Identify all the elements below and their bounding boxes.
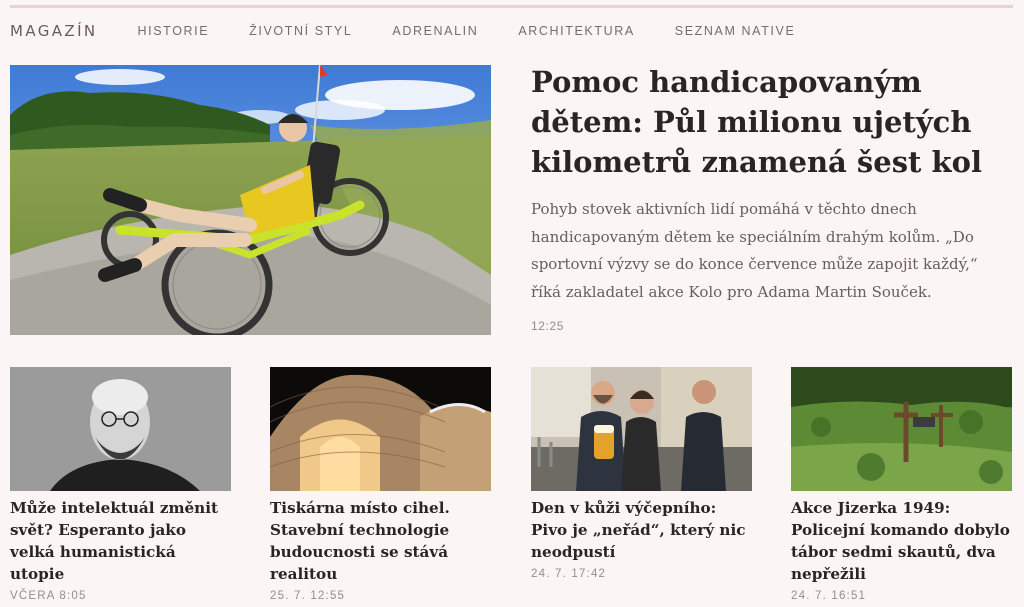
- top-divider: [10, 5, 1013, 8]
- article-title[interactable]: Tiskárna místo cihel. Stavební technolog…: [270, 497, 491, 585]
- article-timestamp: 24. 7. 16:51: [791, 590, 867, 602]
- top-navigation: MAGAZÍN HISTORIE ŽIVOTNÍ STYL ADRENALIN …: [10, 19, 835, 43]
- article-card[interactable]: Tiskárna místo cihel. Stavební technolog…: [270, 367, 491, 602]
- article-title[interactable]: Akce Jizerka 1949: Policejní komando dob…: [791, 497, 1012, 585]
- article-timestamp: 25. 7. 12:55: [270, 590, 346, 602]
- brand-logo[interactable]: MAGAZÍN: [10, 22, 98, 40]
- article-card[interactable]: Den v kůži výčepního: Pivo je „neřád“, k…: [531, 367, 752, 580]
- article-timestamp: 24. 7. 17:42: [531, 568, 607, 580]
- nav-item-architektura[interactable]: ARCHITEKTURA: [518, 24, 634, 38]
- article-card[interactable]: Akce Jizerka 1949: Policejní komando dob…: [791, 367, 1012, 602]
- nav-item-adrenalin[interactable]: ADRENALIN: [392, 24, 478, 38]
- article-thumbnail[interactable]: [791, 367, 1012, 491]
- hero-perex: Pohyb stovek aktivních lidí pomáhá v těc…: [531, 200, 978, 301]
- hero-timestamp: 12:25: [531, 319, 565, 333]
- nav-item-historie[interactable]: HISTORIE: [138, 24, 210, 38]
- article-thumbnail[interactable]: [531, 367, 752, 491]
- article-thumbnail[interactable]: [270, 367, 491, 491]
- article-title[interactable]: Den v kůži výčepního: Pivo je „neřád“, k…: [531, 497, 752, 563]
- nav-item-zivotni-styl[interactable]: ŽIVOTNÍ STYL: [249, 24, 352, 38]
- hero-title[interactable]: Pomoc handicapovaným dětem: Půl milionu …: [531, 62, 1001, 182]
- article-title[interactable]: Může intelektuál změnit svět? Esperanto …: [10, 497, 231, 585]
- article-thumbnail[interactable]: [10, 367, 231, 491]
- hero-image[interactable]: [10, 65, 491, 335]
- nav-item-seznam-native[interactable]: SEZNAM NATIVE: [675, 24, 796, 38]
- article-card[interactable]: Může intelektuál změnit svět? Esperanto …: [10, 367, 231, 602]
- article-timestamp: VČERA 8:05: [10, 590, 87, 602]
